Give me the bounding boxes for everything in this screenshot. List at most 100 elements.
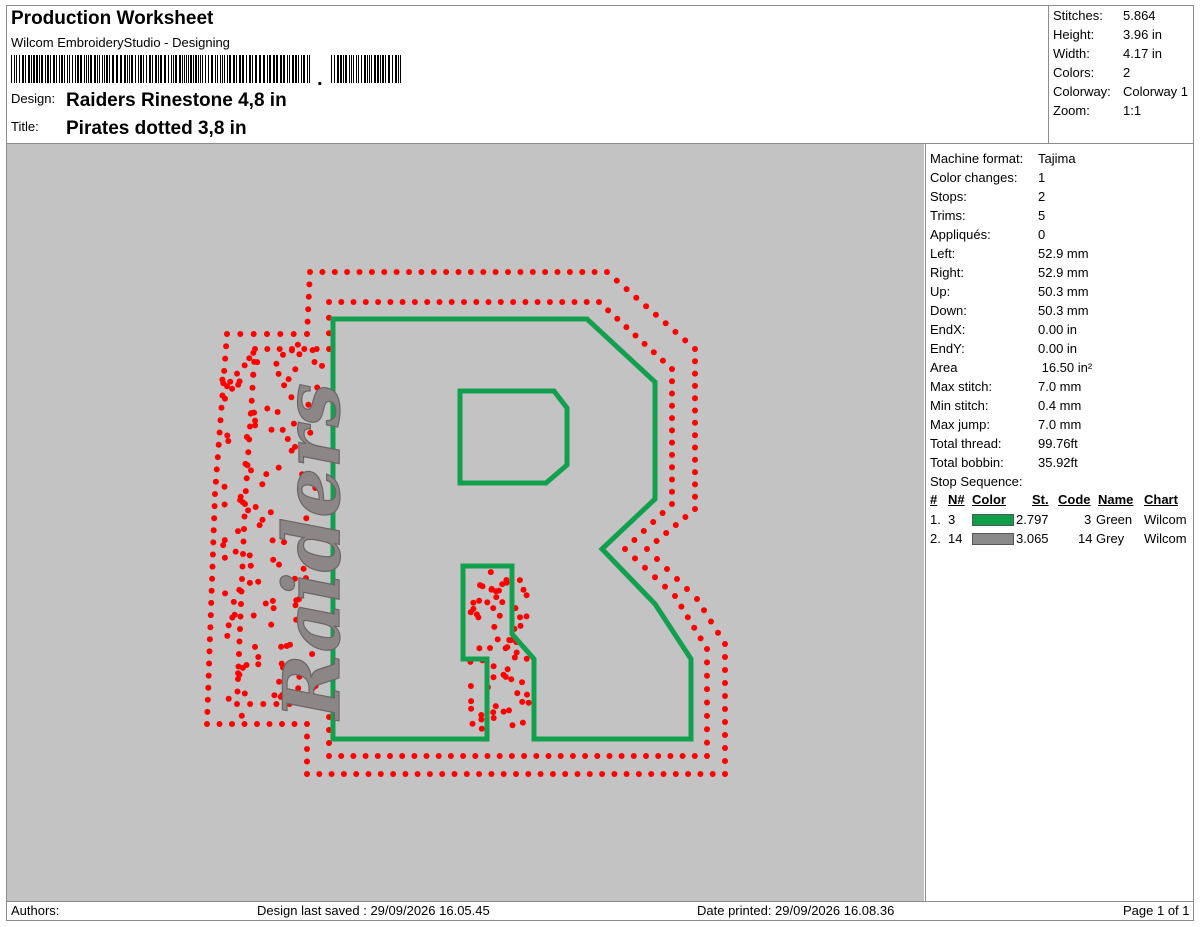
rhinestone-dot bbox=[672, 771, 679, 777]
rhinestone-dot bbox=[213, 466, 220, 473]
stop-code: 3 bbox=[1084, 512, 1092, 527]
property-value: 5 bbox=[1038, 208, 1046, 223]
rhinestone-dot bbox=[291, 721, 298, 727]
rhinestone-dot bbox=[209, 551, 216, 558]
rhinestone-dot bbox=[491, 623, 498, 630]
rhinestone-dot bbox=[596, 299, 602, 305]
summary-key: Colorway: bbox=[1053, 84, 1111, 99]
rhinestone-dot bbox=[524, 691, 530, 698]
rhinestone-dot bbox=[215, 441, 222, 448]
rhinestone-dot bbox=[566, 269, 573, 275]
rhinestone-dot bbox=[633, 294, 640, 301]
rhinestone-dot bbox=[206, 648, 213, 655]
stop-stitches: 3.065 bbox=[1016, 531, 1049, 546]
rhinestone-dot bbox=[667, 753, 674, 759]
property-row: Trims: 5 bbox=[930, 208, 1045, 223]
property-key: Machine format: bbox=[930, 151, 1024, 166]
rhinestone-dot bbox=[669, 439, 675, 446]
rhinestone-dot bbox=[264, 346, 271, 352]
rhinestone-dot bbox=[204, 696, 211, 703]
property-row: Up: 50.3 mm bbox=[930, 284, 1089, 299]
rhinestone-dot bbox=[605, 307, 612, 314]
rhinestone-dot bbox=[350, 299, 357, 305]
rhinestone-dot bbox=[569, 753, 576, 759]
stop-stitches: 2.797 bbox=[1016, 512, 1049, 527]
rhinestone-dot bbox=[311, 359, 318, 365]
rhinestone-dot bbox=[236, 378, 243, 385]
rhinestone-dot bbox=[246, 552, 253, 559]
rhinestone-dot bbox=[344, 269, 351, 275]
design-preview: Raiders bbox=[7, 144, 924, 901]
property-key: Total bobbin: bbox=[930, 455, 1004, 470]
rhinestone-dot bbox=[436, 299, 443, 305]
rhinestone-dot bbox=[653, 538, 660, 544]
rhinestone-dot bbox=[212, 491, 218, 497]
rhinestone-dot bbox=[246, 579, 253, 586]
rhinestone-dot bbox=[611, 771, 618, 777]
rhinestone-dot bbox=[212, 478, 219, 485]
rhinestone-dot bbox=[692, 346, 698, 352]
rhinestone-dot bbox=[682, 337, 689, 344]
rhinestone-dot bbox=[534, 299, 541, 305]
property-row: EndX: 0.00 in bbox=[930, 322, 1077, 337]
rhinestone-dot bbox=[704, 686, 710, 693]
rhinestone-dot bbox=[476, 645, 483, 652]
summary-row: Zoom: 1:1 bbox=[1053, 103, 1141, 118]
rhinestone-dot bbox=[669, 378, 675, 385]
summary-row: Colors: 2 bbox=[1053, 65, 1130, 80]
rhinestone-dot bbox=[684, 614, 691, 621]
rhinestone-dot bbox=[519, 719, 526, 726]
rhinestone-dot bbox=[224, 331, 230, 337]
rhinestone-dot bbox=[301, 346, 308, 352]
rhinestone-dot bbox=[704, 646, 710, 652]
rhinestone-dot bbox=[606, 753, 613, 759]
rhinestone-dot bbox=[423, 753, 430, 759]
rhinestone-dot bbox=[722, 758, 728, 764]
production-worksheet: Production Worksheet Wilcom EmbroiderySt… bbox=[6, 5, 1194, 921]
summary-value: 2 bbox=[1123, 65, 1131, 80]
rhinestone-dot bbox=[209, 563, 216, 570]
summary-key: Stitches: bbox=[1053, 8, 1103, 23]
property-row: Max jump: 7.0 mm bbox=[930, 417, 1081, 432]
title-label: Title: bbox=[11, 119, 39, 134]
rhinestone-dot bbox=[500, 771, 507, 777]
rhinestone-dot bbox=[237, 613, 244, 620]
raiders-script: Raiders bbox=[267, 383, 358, 721]
rhinestone-dot bbox=[245, 507, 252, 514]
rhinestone-dot bbox=[623, 286, 630, 293]
rhinestone-dot bbox=[368, 269, 375, 275]
rhinestone-dot bbox=[222, 395, 228, 402]
rhinestone-dot bbox=[235, 670, 242, 677]
rhinestone-dot bbox=[586, 771, 593, 777]
rhinestone-dot bbox=[356, 269, 363, 275]
summary-row: Colorway: Colorway 1 bbox=[1053, 84, 1188, 99]
stop-sequence-label: Stop Sequence: bbox=[930, 474, 1023, 489]
summary-row: Stitches: 5.864 bbox=[1053, 8, 1156, 23]
stop-n: 14 bbox=[948, 531, 963, 546]
rhinestone-dot bbox=[559, 299, 566, 305]
rhinestone-dot bbox=[206, 660, 213, 667]
stop-name: Grey bbox=[1096, 531, 1125, 546]
barcode: , bbox=[11, 55, 403, 85]
rhinestone-dot bbox=[204, 721, 210, 727]
rhinestone-dot bbox=[623, 771, 630, 777]
rhinestone-dot bbox=[672, 593, 678, 599]
rhinestone-dot bbox=[210, 539, 217, 546]
rhinestone-dot bbox=[506, 707, 512, 714]
rhinestone-dot bbox=[209, 575, 216, 582]
property-value: 0.4 mm bbox=[1038, 398, 1082, 413]
rhinestone-dot bbox=[537, 771, 544, 777]
rhinestone-dot bbox=[252, 504, 259, 510]
rhinestone-dot bbox=[701, 607, 707, 614]
rhinestone-dot bbox=[520, 586, 527, 593]
rhinestone-dot bbox=[255, 654, 262, 660]
rhinestone-dot bbox=[674, 576, 680, 582]
design-title: Pirates dotted 3,8 in bbox=[66, 118, 247, 139]
rhinestone-dot bbox=[430, 269, 437, 275]
rhinestone-dot bbox=[630, 753, 637, 759]
rhinestone-dot bbox=[455, 269, 462, 275]
rhinestone-dot bbox=[516, 577, 523, 584]
rhinestone-dot bbox=[304, 733, 310, 740]
rhinestone-dot bbox=[604, 269, 610, 275]
rhinestone-dot bbox=[514, 690, 521, 697]
